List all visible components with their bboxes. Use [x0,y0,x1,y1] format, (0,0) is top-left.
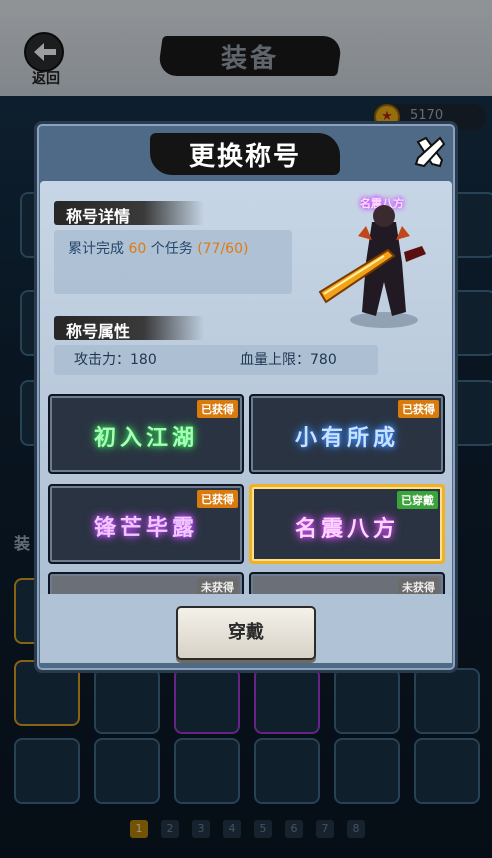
close-x-icon [414,136,446,168]
requirement-progress: (77/60) [197,241,249,257]
title-card-name: 初入江湖 [93,426,198,451]
title-card-name: 锋芒毕露 [93,516,198,541]
title-card-status: 已获得 [398,400,439,418]
title-card[interactable]: 锋芒毕露 已获得 [48,484,244,564]
close-button[interactable] [412,134,448,170]
requirement-prefix: 累计完成 [68,241,129,257]
dialog-title: 更换称号 [188,142,301,172]
title-card-status: 已获得 [197,490,238,508]
title-card-status: 已获得 [197,400,238,418]
wear-button[interactable]: 穿戴 [176,606,316,660]
requirement-middle: 个任务 [146,241,198,257]
requirement-count: 60 [128,241,147,257]
attr-section-header: 称号属性 [66,322,131,341]
title-requirement: 累计完成 60 个任务 (77/60) [68,238,248,258]
title-card[interactable]: 小有所成 已获得 [249,394,445,474]
attack-stat: 攻击力：180 [74,352,157,368]
hero-character-image [318,205,426,328]
title-card-name: 小有所成 [294,426,399,451]
hp-stat: 血量上限：780 [240,352,337,368]
detail-section-header: 称号详情 [66,207,131,226]
title-card-selected[interactable]: 名震八方 已穿戴 [249,484,445,564]
title-card[interactable]: 初入江湖 已获得 [48,394,244,474]
title-card-name: 名震八方 [294,517,399,542]
title-card-status: 已穿戴 [397,491,438,509]
